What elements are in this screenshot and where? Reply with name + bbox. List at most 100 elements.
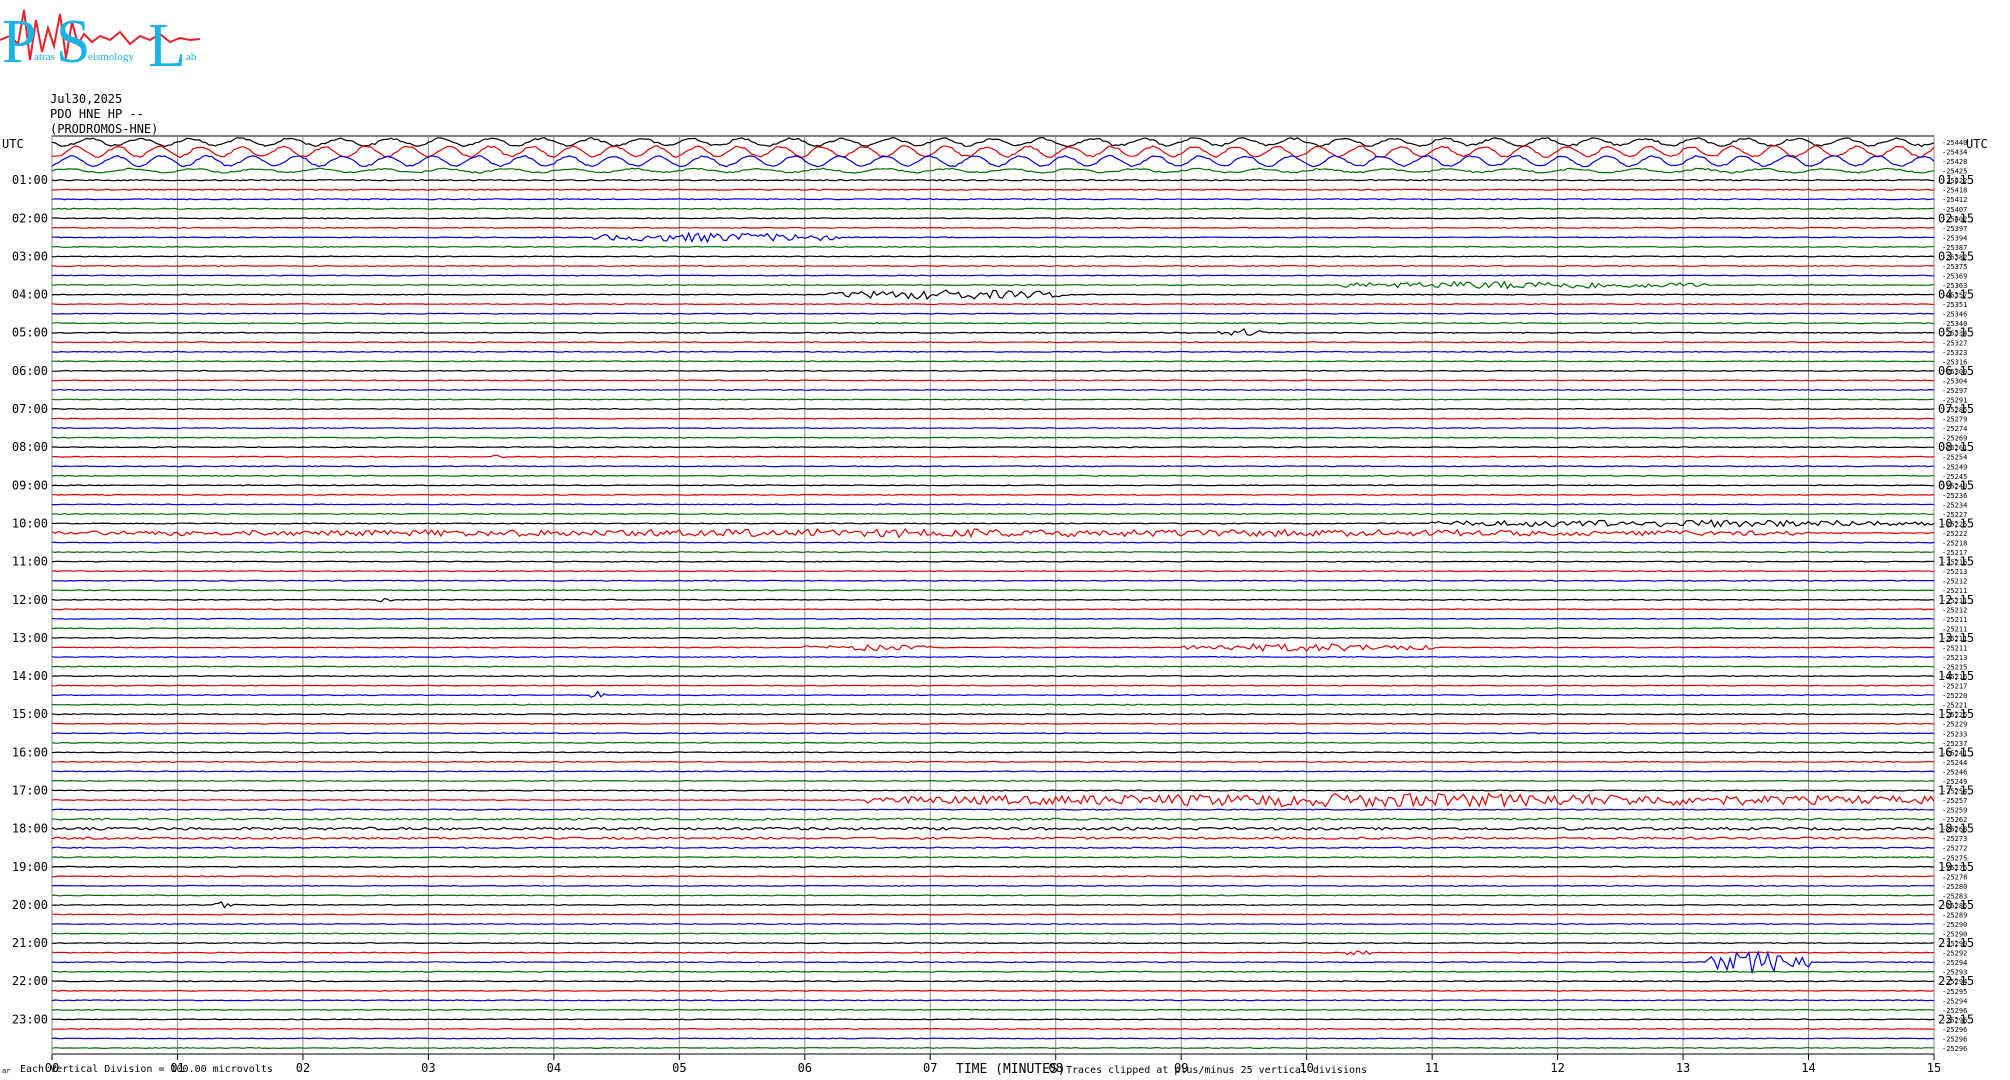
trace-row [51, 642, 1934, 653]
trace-row [51, 417, 1935, 420]
row-offset-label: -25278 [1942, 873, 1967, 881]
hour-label-right: 15:15 [1938, 707, 1974, 721]
row-offset-label: -25274 [1942, 425, 1967, 433]
trace-row [51, 732, 1935, 735]
trace-row [52, 875, 1935, 878]
hour-label-left: 05:00 [12, 326, 48, 340]
trace-row [52, 1027, 1934, 1030]
trace-row [51, 341, 1935, 344]
hour-label-left: 15:00 [12, 707, 48, 721]
row-offset-label: -25434 [1942, 149, 1967, 157]
trace-row [51, 407, 1935, 411]
row-offset-label: -25234 [1942, 501, 1967, 509]
trace-row [52, 589, 1935, 592]
trace-row [51, 789, 1935, 792]
hour-label-left: 04:00 [12, 288, 48, 302]
trace-row [51, 856, 1935, 859]
hour-label-left: 18:00 [12, 822, 48, 836]
trace-row [51, 808, 1935, 811]
trace-row [51, 741, 1935, 744]
trace-row [51, 579, 1934, 582]
row-offset-label: -25213 [1942, 654, 1967, 662]
trace-row [51, 327, 1935, 337]
row-offset-label: -25273 [1942, 835, 1967, 843]
hour-label-left: 21:00 [12, 936, 48, 950]
row-offset-label: -25290 [1942, 921, 1967, 929]
row-offset-label: -25246 [1942, 768, 1967, 776]
hour-label-left: 23:00 [12, 1012, 48, 1026]
trace-row [51, 597, 1935, 603]
hour-label-right: 07:15 [1938, 402, 1974, 416]
row-offset-label: -25279 [1942, 416, 1967, 424]
trace-row [51, 980, 1935, 983]
row-offset-label: -25249 [1942, 463, 1967, 471]
trace-row [51, 527, 1935, 539]
row-offset-label: -25236 [1942, 492, 1967, 500]
trace-row [52, 913, 1935, 916]
trace-row [51, 446, 1935, 449]
hour-label-left: 03:00 [12, 249, 48, 263]
trace-row [51, 675, 1935, 678]
trace-row [51, 792, 1935, 808]
trace-row [51, 922, 1935, 926]
trace-row [51, 779, 1935, 783]
trace-row [51, 167, 1935, 174]
trace-row [51, 388, 1935, 392]
trace-row [51, 207, 1934, 210]
hour-label-right: 16:15 [1938, 745, 1974, 759]
trace-row [51, 231, 1934, 244]
hour-label-left: 14:00 [12, 669, 48, 683]
row-offset-label: -25254 [1942, 454, 1967, 462]
trace-row [51, 136, 1935, 148]
trace-row [51, 379, 1935, 382]
trace-row [51, 465, 1934, 468]
x-tick-label: 13 [1676, 1061, 1690, 1075]
trace-row [51, 901, 1935, 909]
trace-row [51, 154, 1935, 168]
row-offset-label: -25304 [1942, 377, 1967, 385]
row-offset-label: -25397 [1942, 225, 1967, 233]
hour-label-left: 07:00 [12, 402, 48, 416]
trace-row [51, 608, 1935, 611]
x-tick-label: 15 [1927, 1061, 1941, 1075]
row-offset-label: -25351 [1942, 301, 1967, 309]
x-tick-label: 11 [1425, 1061, 1439, 1075]
x-tick-label: 05 [672, 1061, 686, 1075]
trace-row [51, 264, 1935, 268]
trace-row [51, 690, 1935, 698]
trace-row [51, 369, 1935, 372]
hour-label-right: 05:15 [1938, 326, 1974, 340]
clip-note: Traces clipped at plus/minus 25 vertical… [1066, 1065, 1368, 1076]
x-tick-label: 06 [798, 1061, 812, 1075]
hour-label-right: 21:15 [1938, 936, 1974, 950]
row-offset-label: -25412 [1942, 196, 1967, 204]
row-offset-label: -25244 [1942, 759, 1967, 767]
hour-label-left: 10:00 [12, 516, 48, 530]
row-offset-label: -25428 [1942, 158, 1967, 166]
row-offset-label: -25375 [1942, 263, 1967, 271]
row-offset-label: -25327 [1942, 339, 1967, 347]
row-offset-label: -25418 [1942, 187, 1967, 195]
x-axis-label: TIME (MINUTES) [956, 1062, 1066, 1077]
trace-row [51, 280, 1935, 290]
row-offset-label: -25233 [1942, 730, 1967, 738]
row-offset-label: -25295 [1942, 988, 1967, 996]
trace-row [51, 289, 1935, 300]
trace-row [51, 570, 1935, 573]
row-offset-label: -25394 [1942, 234, 1967, 242]
trace-row [51, 350, 1935, 353]
row-offset-label: -25218 [1942, 540, 1967, 548]
row-offset-label: -25213 [1942, 568, 1967, 576]
row-offset-label: -25212 [1942, 578, 1967, 586]
hour-label-right: 23:15 [1938, 1012, 1974, 1026]
trace-row [51, 836, 1935, 840]
row-offset-label: -25272 [1942, 845, 1967, 853]
trace-row [51, 1037, 1935, 1040]
hour-label-left: 12:00 [12, 593, 48, 607]
trace-row [51, 484, 1935, 487]
row-offset-label: -25257 [1942, 797, 1967, 805]
trace-row [51, 454, 1935, 459]
row-offset-label: -25296 [1942, 1045, 1967, 1053]
trace-row [51, 274, 1935, 277]
row-offset-label: -25280 [1942, 883, 1967, 891]
